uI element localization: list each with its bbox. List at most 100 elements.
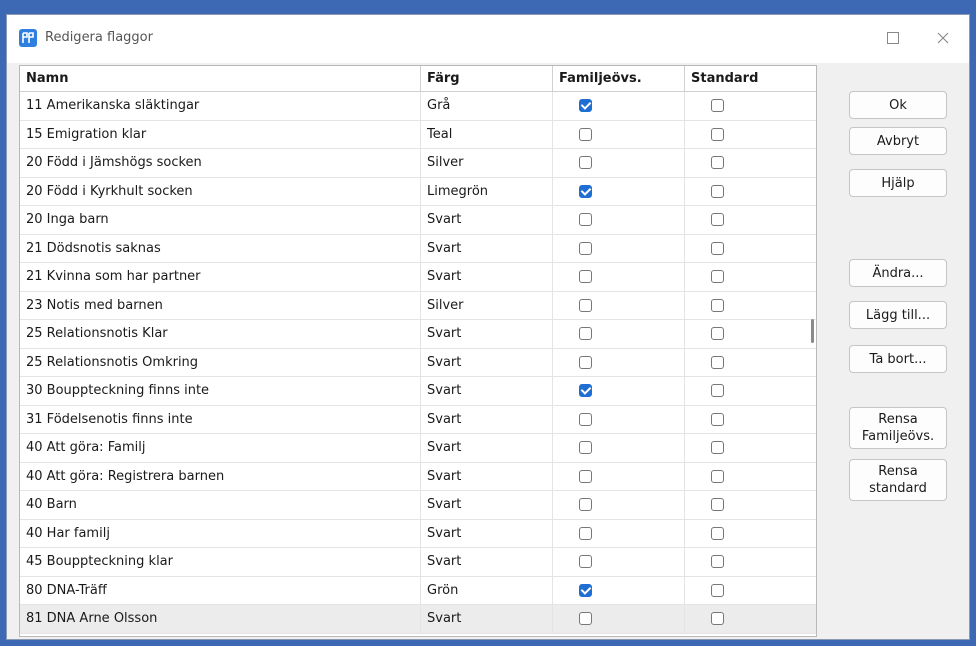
table-row[interactable]: 31 Födelsenotis finns inte Svart [20,405,816,434]
row-color: Svart [420,320,552,348]
family-checkbox[interactable] [579,184,592,198]
close-button[interactable] [921,23,965,53]
row-name: 40 Har familj [26,525,110,541]
row-color: Silver [420,291,552,319]
family-checkbox[interactable] [579,298,592,312]
standard-checkbox[interactable] [711,298,724,312]
row-name: 21 Kvinna som har partner [26,269,201,285]
scrollbar-thumb[interactable] [811,319,814,343]
row-name: 21 Dödsnotis saknas [26,240,161,256]
column-header-standard[interactable]: Standard [684,66,794,91]
column-header-name[interactable]: Namn [20,66,420,91]
window-title: Redigera flaggor [45,30,153,45]
standard-checkbox[interactable] [711,327,724,341]
table-row[interactable]: 20 Inga barn Svart [20,206,816,235]
table-row[interactable]: 20 Född i Jämshögs socken Silver [20,149,816,178]
row-name: 31 Födelsenotis finns inte [26,411,193,427]
family-checkbox[interactable] [579,270,592,284]
row-name: 40 Barn [26,497,77,513]
family-checkbox[interactable] [579,555,592,569]
standard-checkbox[interactable] [711,526,724,540]
row-color: Svart [420,405,552,433]
standard-checkbox[interactable] [711,441,724,455]
standard-checkbox[interactable] [711,355,724,369]
family-checkbox[interactable] [579,412,592,426]
standard-checkbox[interactable] [711,555,724,569]
table-row[interactable]: 45 Bouppteckning klar Svart [20,548,816,577]
family-checkbox[interactable] [579,156,592,170]
row-name: 25 Relationsnotis Omkring [26,354,199,370]
family-checkbox[interactable] [579,441,592,455]
row-color: Limegrön [420,177,552,205]
family-checkbox[interactable] [579,612,592,626]
table-row[interactable]: 40 Att göra: Familj Svart [20,434,816,463]
standard-checkbox[interactable] [711,412,724,426]
row-name: 23 Notis med barnen [26,297,163,313]
standard-checkbox[interactable] [711,99,724,113]
table-row[interactable]: 21 Dödsnotis saknas Svart [20,234,816,263]
family-checkbox[interactable] [579,384,592,398]
help-button[interactable]: Hjälp [849,169,947,197]
table-row[interactable]: 40 Har familj Svart [20,519,816,548]
family-checkbox[interactable] [579,498,592,512]
family-checkbox[interactable] [579,526,592,540]
close-icon [937,32,949,44]
table-row[interactable]: 20 Född i Kyrkhult socken Limegrön [20,177,816,206]
maximize-button[interactable] [871,23,915,53]
table-row[interactable]: 81 DNA Arne Olsson Svart [20,605,816,634]
cancel-button[interactable]: Avbryt [849,127,947,155]
row-name: 20 Född i Kyrkhult socken [26,183,193,199]
table-row[interactable]: 23 Notis med barnen Silver [20,291,816,320]
table-row[interactable]: 30 Bouppteckning finns inte Svart [20,377,816,406]
table-row[interactable]: 25 Relationsnotis Omkring Svart [20,348,816,377]
table-row[interactable]: 25 Relationsnotis Klar Svart [20,320,816,349]
family-checkbox[interactable] [579,355,592,369]
column-header-family[interactable]: Familjeövs. [552,66,684,91]
standard-checkbox[interactable] [711,184,724,198]
clear-standard-button[interactable]: Rensa standard [849,459,947,501]
row-name: 40 Att göra: Registrera barnen [26,468,225,484]
row-name: 45 Bouppteckning klar [26,554,173,570]
ok-button[interactable]: Ok [849,91,947,119]
table-row[interactable]: 40 Att göra: Registrera barnen Svart [20,462,816,491]
row-color: Svart [420,462,552,490]
row-color: Teal [420,120,552,148]
standard-checkbox[interactable] [711,469,724,483]
table-row[interactable]: 80 DNA-Träff Grön [20,576,816,605]
row-color: Svart [420,548,552,576]
table-row[interactable]: 40 Barn Svart [20,491,816,520]
row-color: Svart [420,605,552,633]
row-color: Svart [420,263,552,291]
table-row[interactable]: 11 Amerikanska släktingar Grå [20,92,816,121]
row-color: Svart [420,491,552,519]
table-row[interactable]: 21 Kvinna som har partner Svart [20,263,816,292]
standard-checkbox[interactable] [711,213,724,227]
add-button[interactable]: Lägg till... [849,301,947,329]
family-checkbox[interactable] [579,241,592,255]
edit-button[interactable]: Ändra... [849,259,947,287]
standard-checkbox[interactable] [711,498,724,512]
family-checkbox[interactable] [579,583,592,597]
row-name: 20 Född i Jämshögs socken [26,155,202,171]
clear-family-button[interactable]: Rensa Familjeövs. [849,407,947,449]
family-checkbox[interactable] [579,213,592,227]
family-checkbox[interactable] [579,327,592,341]
standard-checkbox[interactable] [711,127,724,141]
standard-checkbox[interactable] [711,156,724,170]
remove-button[interactable]: Ta bort... [849,345,947,373]
column-header-color[interactable]: Färg [420,66,552,91]
maximize-icon [887,32,899,44]
row-color: Svart [420,434,552,462]
table-row[interactable]: 15 Emigration klar Teal [20,120,816,149]
family-checkbox[interactable] [579,469,592,483]
family-checkbox[interactable] [579,127,592,141]
standard-checkbox[interactable] [711,612,724,626]
standard-checkbox[interactable] [711,270,724,284]
family-checkbox[interactable] [579,99,592,113]
standard-checkbox[interactable] [711,384,724,398]
row-color: Silver [420,149,552,177]
flags-table[interactable]: Namn Färg Familjeövs. Standard 11 Amerik… [19,65,817,637]
standard-checkbox[interactable] [711,241,724,255]
title-bar: Redigera flaggor [7,15,969,63]
standard-checkbox[interactable] [711,583,724,597]
